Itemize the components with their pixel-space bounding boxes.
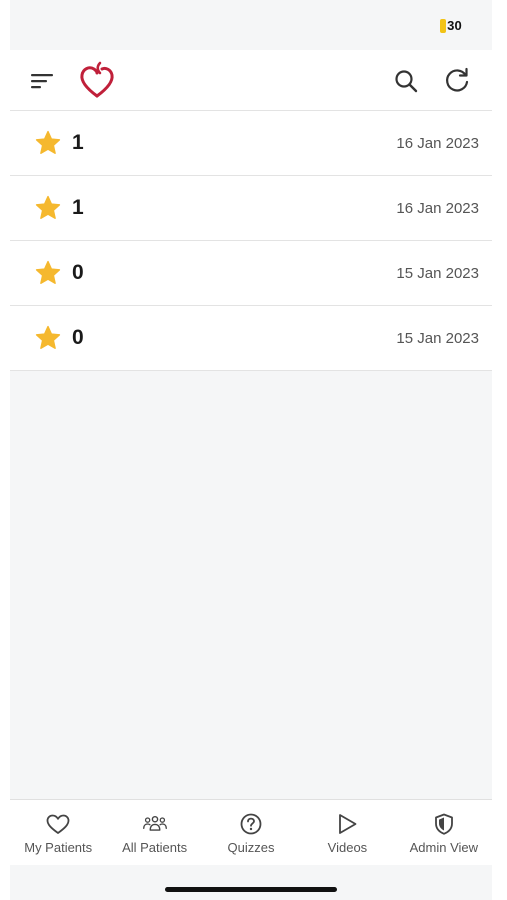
play-icon bbox=[339, 814, 357, 834]
battery-icon bbox=[440, 18, 447, 33]
tab-label: Quizzes bbox=[227, 840, 275, 855]
tab-videos[interactable]: Videos bbox=[299, 800, 395, 866]
list-item[interactable]: 0 15 Jan 2023 bbox=[10, 241, 492, 306]
records-list: 1 16 Jan 2023 1 16 Jan 2023 0 15 Jan 202… bbox=[10, 111, 492, 371]
star-icon bbox=[35, 130, 61, 154]
record-date: 16 Jan 2023 bbox=[396, 200, 479, 217]
battery-indicator: 30 bbox=[440, 18, 462, 33]
battery-level: 30 bbox=[447, 18, 462, 33]
home-indicator[interactable] bbox=[165, 887, 337, 892]
star-icon bbox=[35, 325, 61, 349]
people-icon bbox=[142, 815, 167, 831]
score-value: 0 bbox=[72, 326, 84, 349]
star-icon bbox=[35, 260, 61, 284]
search-icon[interactable] bbox=[392, 67, 420, 95]
list-item[interactable]: 0 15 Jan 2023 bbox=[10, 306, 492, 371]
heart-logo-icon bbox=[78, 61, 116, 101]
record-date: 16 Jan 2023 bbox=[396, 135, 479, 152]
score-value: 1 bbox=[72, 196, 84, 219]
app-header bbox=[10, 50, 492, 111]
bottom-tab-bar: My Patients All Patients Quizzes Videos … bbox=[10, 799, 492, 866]
home-indicator-area bbox=[10, 865, 492, 900]
score-value: 0 bbox=[72, 261, 84, 284]
heart-icon bbox=[46, 814, 70, 834]
menu-icon[interactable] bbox=[28, 68, 56, 94]
refresh-icon[interactable] bbox=[442, 65, 472, 95]
tab-quizzes[interactable]: Quizzes bbox=[203, 800, 299, 866]
tab-label: Admin View bbox=[409, 840, 479, 855]
shield-icon bbox=[434, 813, 453, 835]
tab-all-patients[interactable]: All Patients bbox=[106, 800, 202, 866]
list-item[interactable]: 1 16 Jan 2023 bbox=[10, 111, 492, 176]
list-item[interactable]: 1 16 Jan 2023 bbox=[10, 176, 492, 241]
record-date: 15 Jan 2023 bbox=[396, 330, 479, 347]
question-circle-icon bbox=[240, 813, 262, 835]
tab-admin-view[interactable]: Admin View bbox=[396, 800, 492, 866]
star-icon bbox=[35, 195, 61, 219]
tab-label: All Patients bbox=[122, 840, 188, 855]
app-screen: 30 1 16 Jan 2023 1 16 Jan 2023 0 15 Jan … bbox=[10, 0, 492, 900]
status-bar: 30 bbox=[10, 0, 492, 50]
record-date: 15 Jan 2023 bbox=[396, 265, 479, 282]
tab-my-patients[interactable]: My Patients bbox=[10, 800, 106, 866]
tab-label: Videos bbox=[327, 840, 368, 855]
tab-label: My Patients bbox=[24, 840, 93, 855]
score-value: 1 bbox=[72, 131, 84, 154]
